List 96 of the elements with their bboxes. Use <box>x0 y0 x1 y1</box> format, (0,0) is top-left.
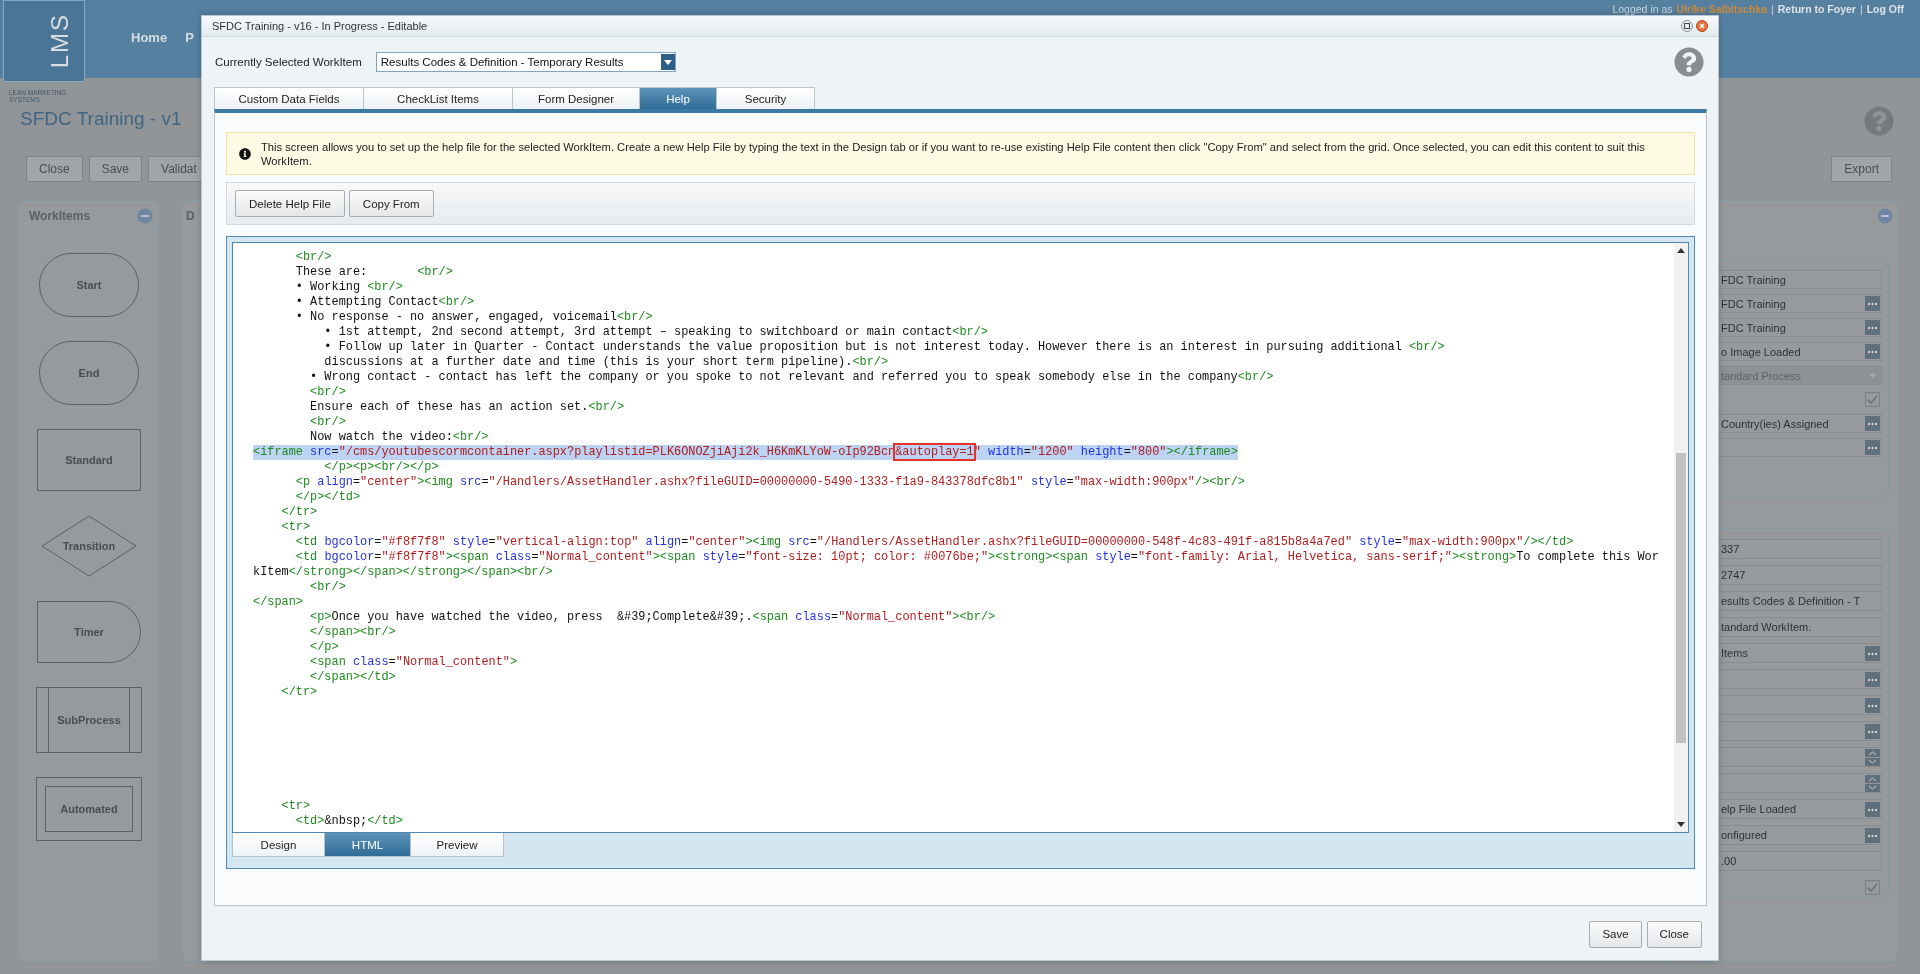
field-value: FDC Training <box>1721 321 1787 334</box>
ellipsis-icon[interactable] <box>1865 320 1880 335</box>
separator: | <box>1771 3 1774 15</box>
code-line: • Follow up later in Quarter - Contact understands the value proposition but is not interest today. However there is an interest in pursuing additional <br/> <box>323 340 1445 355</box>
header-link[interactable]: Return to Foyer <box>1777 3 1856 15</box>
spinner-arrows-icon[interactable] <box>1865 774 1880 792</box>
footer-button[interactable]: Close <box>1646 920 1702 948</box>
toolbar-button[interactable]: Close <box>26 156 83 182</box>
code-line: </span><br/> <box>309 625 396 640</box>
action-button[interactable]: Copy From <box>348 190 434 217</box>
tab[interactable]: Custom Data Fields <box>214 87 364 109</box>
panel-title: D <box>186 209 195 223</box>
automated-shape[interactable]: Automated <box>36 777 142 841</box>
code-line: Ensure each of these has an action set.<br/> <box>309 400 625 415</box>
code-line: Now watch the video:<br/> <box>309 430 489 445</box>
toolbar-button[interactable]: Save <box>88 156 143 182</box>
info-icon <box>239 147 251 160</box>
field-value: elp File Loaded <box>1721 803 1798 815</box>
action-button[interactable]: Delete Help File <box>235 190 345 217</box>
restore-icon[interactable] <box>1681 20 1693 32</box>
tab[interactable]: Help <box>639 87 717 109</box>
scroll-down-icon[interactable] <box>1677 820 1685 828</box>
code-line: <td bgcolor="#f8f7f8"><span class="Normal_content"><span style="font-size: 10pt; color: #0076be;"><strong><span style="font-family: Arial, Helvetica, sans-serif;"><strong>To complete this Wor <box>294 550 1659 565</box>
ellipsis-icon[interactable] <box>1865 723 1880 739</box>
nav-link[interactable]: P <box>185 30 194 45</box>
export-button[interactable]: Export <box>1831 156 1892 182</box>
subprocess-shape[interactable]: SubProcess <box>36 687 142 753</box>
code-line: <td bgcolor="#f8f7f8" style="vertical-align:top" align="center"><img src="/Handlers/AssetHandler.ashx?fileGUID=00000000-548f-4c83-491f-a815b8a4a7ed" style="max-width:900px"/></td> <box>294 535 1574 550</box>
code-line: • 1st attempt, 2nd second attempt, 3rd attempt – speaking to switchboard or main contact<br/> <box>323 325 988 340</box>
code-line: <p align="center"><img src="/Handlers/AssetHandler.ashx?fileGUID=00000000-5490-1333-f1a9-843378dfc8b1" style="max-width:900px"/><br/> <box>294 475 1245 490</box>
code-line: </tr> <box>280 505 318 520</box>
separator: | <box>1859 3 1863 15</box>
scrollbar-thumb[interactable] <box>1676 453 1686 743</box>
field-value: Items <box>1721 647 1749 659</box>
code-line: <br/> <box>309 415 346 430</box>
user-name: Ulrike Salbitschka <box>1676 3 1768 15</box>
code-line: </span></td> <box>309 670 396 685</box>
code-line: <tr> <box>280 799 311 814</box>
ellipsis-icon[interactable] <box>1865 827 1880 843</box>
close-icon[interactable] <box>1696 20 1708 32</box>
field-value: Country(ies) Assigned <box>1721 417 1830 430</box>
footer-button[interactable]: Save <box>1589 920 1642 948</box>
field-value: onfigured <box>1721 829 1768 841</box>
code-line: </p> <box>309 640 339 655</box>
transition-shape[interactable]: Transition <box>41 515 137 577</box>
code-line: These are: <br/> <box>294 265 453 280</box>
ellipsis-icon[interactable] <box>1865 801 1880 817</box>
code-line: </p><p><br/></p> <box>323 460 439 475</box>
panel-title: WorkItems <box>29 208 91 223</box>
code-line: discussions at a further date and time (this is your short term pipeline).<br/> <box>323 355 889 370</box>
mode-tab[interactable]: HTML <box>324 833 411 857</box>
code-line: • Wrong contact - contact has left the company or you spoke to not relevant and referred you to speak somebody else in the company<br/> <box>309 370 1274 385</box>
info-text: This screen allows you to set up the help file for the selected WorkItem. Create a new Help File by typing the text in the Design tab or if you want to re-use existing Help File content then click "Copy From" and select from the grid. Once selected, you can edit this content to suit this WorkItem. <box>261 139 1646 168</box>
scroll-up-icon[interactable] <box>1677 247 1685 255</box>
code-line: • Working <br/> <box>294 280 403 295</box>
code-line: <tr> <box>280 520 311 535</box>
code-line: <p>Once you have watched the video, press &#39;Complete&#39;.<span class="Normal_content"><br/> <box>309 610 996 625</box>
ellipsis-icon[interactable] <box>1865 671 1880 687</box>
header-link[interactable]: Log Off <box>1866 3 1904 15</box>
code-line: </span> <box>253 595 303 610</box>
code-line: </p></td> <box>294 490 361 505</box>
code-line: <br/> <box>294 250 332 265</box>
tab[interactable]: Security <box>716 87 815 109</box>
code-line: • No response - no answer, engaged, voicemail<br/> <box>294 310 653 325</box>
collapse-icon[interactable] <box>137 207 153 224</box>
nav-link[interactable]: Home <box>131 30 168 45</box>
spinner-arrows-icon[interactable] <box>1865 748 1880 766</box>
logo: LMS <box>3 0 85 82</box>
code-line: </tr> <box>280 685 318 700</box>
mode-tab[interactable]: Preview <box>410 833 504 857</box>
checkbox[interactable] <box>1865 392 1880 407</box>
scrollbar[interactable] <box>1674 243 1688 832</box>
code-line: <br/> <box>309 580 346 595</box>
page-title: SFDC Training - v1 <box>20 108 182 130</box>
dialog-title: SFDC Training - v16 - In Progress - Editable <box>212 20 428 32</box>
mode-tab[interactable]: Design <box>232 833 325 857</box>
workitem-select[interactable]: Results Codes & Definition - Temporary Results <box>375 52 676 72</box>
ellipsis-icon[interactable] <box>1865 296 1880 311</box>
field-value: o Image Loaded <box>1721 345 1802 358</box>
field-value: FDC Training <box>1721 297 1787 310</box>
standard-shape[interactable]: Standard <box>37 429 141 491</box>
ellipsis-icon[interactable] <box>1865 645 1880 661</box>
code-line: • Attempting Contact<br/> <box>294 295 475 310</box>
checkbox[interactable] <box>1865 879 1880 895</box>
collapse-icon[interactable] <box>1877 207 1893 224</box>
code-line: kItem</strong></span></strong></span><br/> <box>253 565 553 580</box>
code-line: <span class="Normal_content"> <box>309 655 518 670</box>
ellipsis-icon[interactable] <box>1865 344 1880 359</box>
ellipsis-icon[interactable] <box>1865 440 1880 455</box>
logged-in-label: Logged in as <box>1612 3 1673 15</box>
selector-label: Currently Selected WorkItem <box>215 56 362 68</box>
help-icon[interactable] <box>1674 47 1704 77</box>
code-line: <td>&nbsp;</td> <box>294 814 403 829</box>
ellipsis-icon[interactable] <box>1865 416 1880 431</box>
code-line: <br/> <box>309 385 346 400</box>
ellipsis-icon[interactable] <box>1865 697 1880 713</box>
